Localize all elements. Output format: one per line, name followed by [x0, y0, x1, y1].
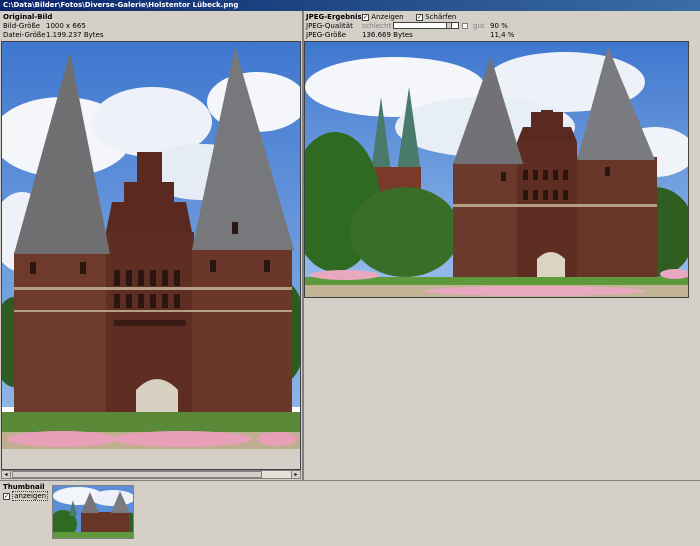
thumbnail-show-toggle[interactable]: ✓ anzeigen [3, 491, 49, 501]
thumbnail-show-checkbox[interactable]: ✓ [3, 492, 10, 500]
jpeg-quality-value: 90 % [490, 22, 508, 30]
original-heading: Original-Bild [3, 13, 53, 21]
jpeg-show-checkbox[interactable]: ✓ [362, 13, 369, 21]
jpeg-image [305, 42, 688, 297]
jpeg-quality-high-label: gut [473, 22, 485, 30]
thumbnail-image-frame [52, 485, 134, 539]
thumbnail-heading: Thumbnail [3, 483, 45, 491]
original-horizontal-scrollbar[interactable]: ◂ ▸ [1, 470, 301, 479]
original-size-value: 1000 x 665 [46, 22, 86, 30]
jpeg-show-label: Anzeigen [371, 13, 404, 21]
original-filesize-label: Datei-Größe [3, 31, 46, 39]
original-image [2, 42, 300, 469]
jpeg-quality-low-label: schlecht [362, 22, 392, 30]
jpeg-show-toggle[interactable]: ✓ Anzeigen [362, 13, 404, 21]
original-size-label: Bild-Größe [3, 22, 41, 30]
original-image-frame [1, 41, 301, 470]
scroll-right-icon[interactable]: ▸ [291, 471, 300, 478]
scroll-left-icon[interactable]: ◂ [2, 471, 11, 478]
jpeg-size-ratio: 11,4 % [490, 31, 515, 39]
jpeg-quality-extra [462, 22, 468, 30]
jpeg-size-value: 136.669 Bytes [362, 31, 413, 39]
jpeg-quality-slider[interactable] [393, 22, 459, 29]
jpeg-heading: JPEG-Ergebnis [306, 13, 362, 21]
thumbnail-image [53, 486, 133, 538]
jpeg-size-label: JPEG-Größe [306, 31, 347, 39]
jpeg-quality-label: JPEG-Qualität [306, 22, 353, 30]
thumbnail-show-label: anzeigen [12, 491, 49, 501]
jpeg-sharpen-label: Schärfen [425, 13, 457, 21]
jpeg-sharpen-checkbox[interactable]: ✓ [416, 13, 423, 21]
jpeg-quality-slider-thumb[interactable] [446, 22, 452, 29]
bottom-divider [0, 480, 700, 481]
original-filesize-value: 1.199.237 Bytes [46, 31, 104, 39]
quality-tick-box [462, 23, 468, 29]
window-title: C:\Data\Bilder\Fotos\Diverse-Galerie\Hol… [0, 0, 700, 11]
jpeg-sharpen-toggle[interactable]: ✓ Schärfen [416, 13, 456, 21]
jpeg-image-frame [304, 41, 689, 298]
scrollbar-thumb[interactable] [12, 471, 262, 478]
